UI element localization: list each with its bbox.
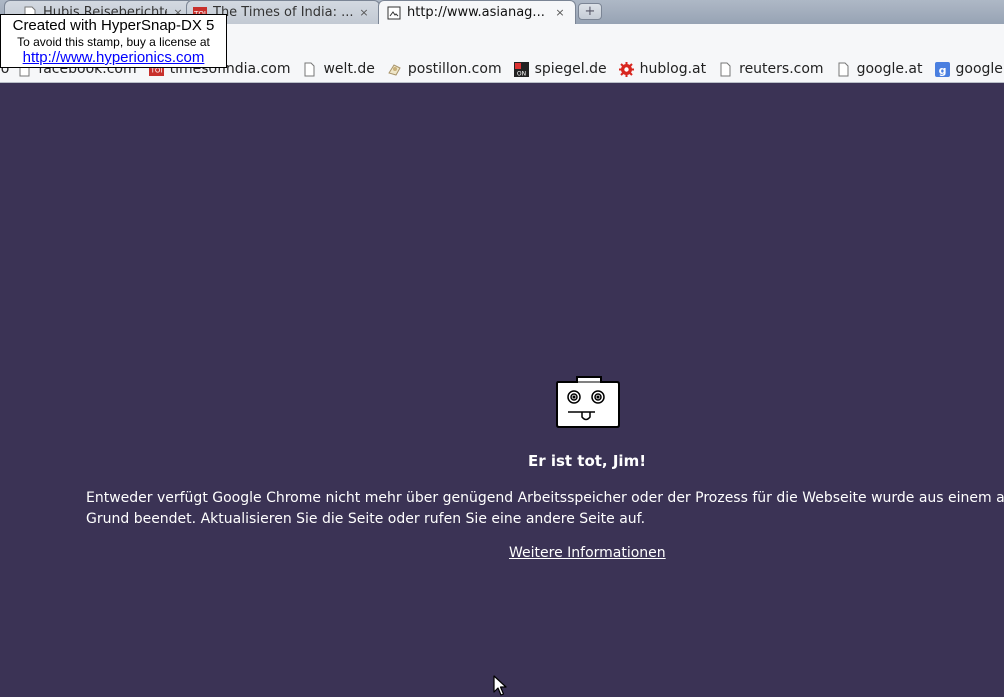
bookmark-label: postillon.com: [408, 61, 502, 77]
page-icon: [302, 62, 317, 77]
google-icon: g: [935, 62, 950, 77]
page-icon: [718, 62, 733, 77]
bookmark-label: welt.de: [323, 61, 374, 77]
watermark-link[interactable]: http://www.hyperionics.com: [1, 49, 226, 67]
tab-asianage[interactable]: http://www.asianag... ×: [378, 0, 576, 24]
svg-text:g: g: [938, 64, 946, 77]
svg-text:ON: ON: [516, 70, 525, 77]
bookmark-reuters[interactable]: reuters.com: [712, 58, 829, 80]
learn-more-link[interactable]: Weitere Informationen: [509, 545, 666, 561]
watermark-line1: Created with HyperSnap-DX 5: [1, 16, 226, 35]
tab-close-icon[interactable]: ×: [553, 6, 567, 19]
mouse-cursor-icon: [493, 675, 509, 697]
bookmark-postillon[interactable]: postillon.com: [381, 58, 508, 80]
watermark-stamp: Created with HyperSnap-DX 5 To avoid thi…: [0, 14, 227, 68]
bookmark-google-de[interactable]: g google.de: [929, 58, 1004, 80]
bookmark-label: google.at: [857, 61, 923, 77]
bookmark-google-at[interactable]: google.at: [830, 58, 929, 80]
crash-title: Er ist tot, Jim!: [0, 452, 1004, 470]
bookmark-label: spiegel.de: [535, 61, 607, 77]
spon-icon: ON: [514, 62, 529, 77]
bookmark-spiegel[interactable]: ON spiegel.de: [508, 58, 613, 80]
watermark-line2: To avoid this stamp, buy a license at: [1, 35, 226, 49]
tab-title: http://www.asianag...: [407, 5, 549, 20]
gear-icon: [619, 62, 634, 77]
tab-title: The Times of India: ...: [213, 5, 353, 20]
bookmark-label: reuters.com: [739, 61, 823, 77]
bookmark-hublog[interactable]: hublog.at: [613, 58, 713, 80]
tab-close-icon[interactable]: ×: [357, 6, 371, 19]
bookmark-label: google.de: [956, 61, 1004, 77]
crash-message: Entweder verfügt Google Chrome nicht meh…: [86, 488, 1004, 530]
plus-icon: +: [585, 5, 596, 18]
postillon-icon: [387, 62, 402, 77]
broken-image-icon: [387, 6, 401, 20]
sad-tab-icon: [555, 375, 621, 429]
bookmark-welt[interactable]: welt.de: [296, 58, 380, 80]
crash-page: Er ist tot, Jim! Entweder verfügt Google…: [0, 83, 1004, 649]
page-icon: [836, 62, 851, 77]
bookmark-label: hublog.at: [640, 61, 707, 77]
new-tab-button[interactable]: +: [578, 3, 602, 20]
